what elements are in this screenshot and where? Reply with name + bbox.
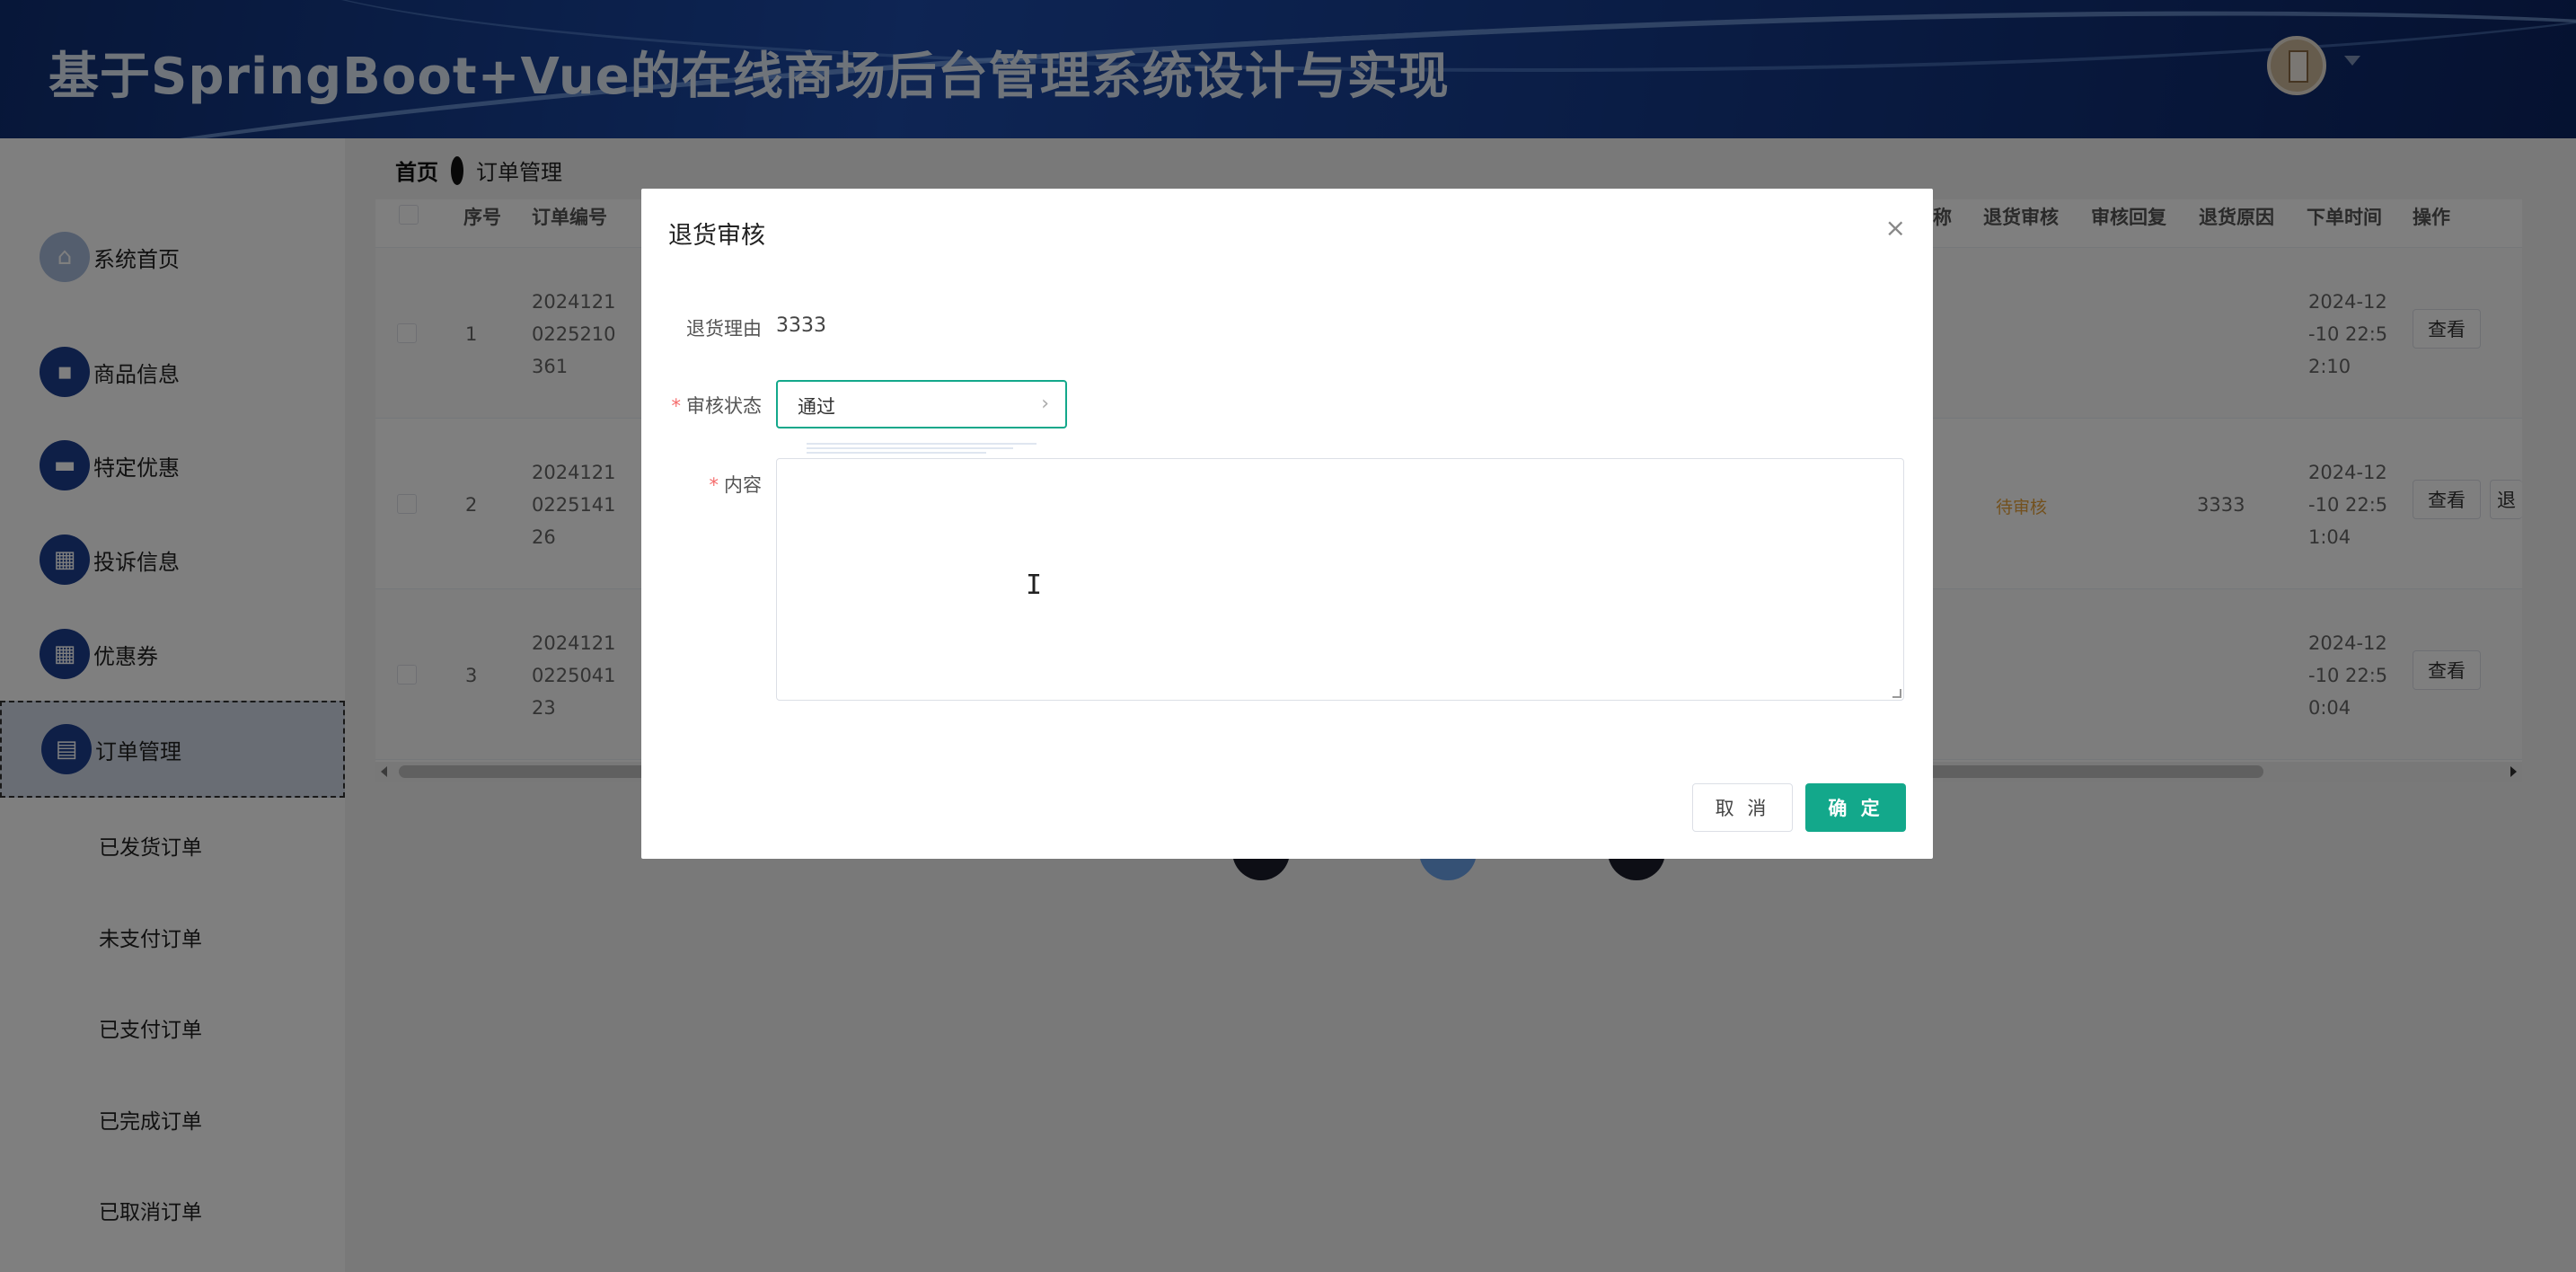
- status-label-text: 审核状态: [686, 395, 762, 417]
- content-textarea[interactable]: [776, 458, 1904, 701]
- confirm-button[interactable]: 确 定: [1805, 783, 1906, 832]
- status-dropdown-hint: [776, 440, 1067, 456]
- text-cursor-icon: I: [1026, 570, 1043, 601]
- content-label: * 内容: [582, 471, 763, 498]
- reason-label-text: 退货理由: [686, 318, 762, 340]
- resize-grip-icon[interactable]: [1892, 689, 1901, 698]
- dialog-title: 退货审核: [668, 222, 765, 250]
- required-asterisk: *: [671, 395, 682, 417]
- reason-label: 退货理由: [582, 314, 762, 341]
- chevron-right-icon: ›: [1041, 393, 1049, 415]
- status-label: * 审核状态: [582, 392, 763, 419]
- status-select[interactable]: 通过 ›: [776, 380, 1067, 428]
- content-label-text: 内容: [724, 474, 762, 496]
- cancel-button[interactable]: 取 消: [1692, 783, 1793, 832]
- close-icon[interactable]: ×: [1885, 216, 1906, 241]
- return-review-dialog: 退货审核 × 退货理由 3333 * 审核状态 通过 › * 内容 I 取 消 确 …: [641, 189, 1933, 859]
- status-select-value: 通过: [798, 396, 835, 418]
- required-asterisk: *: [709, 474, 719, 496]
- reason-value: 3333: [776, 314, 826, 337]
